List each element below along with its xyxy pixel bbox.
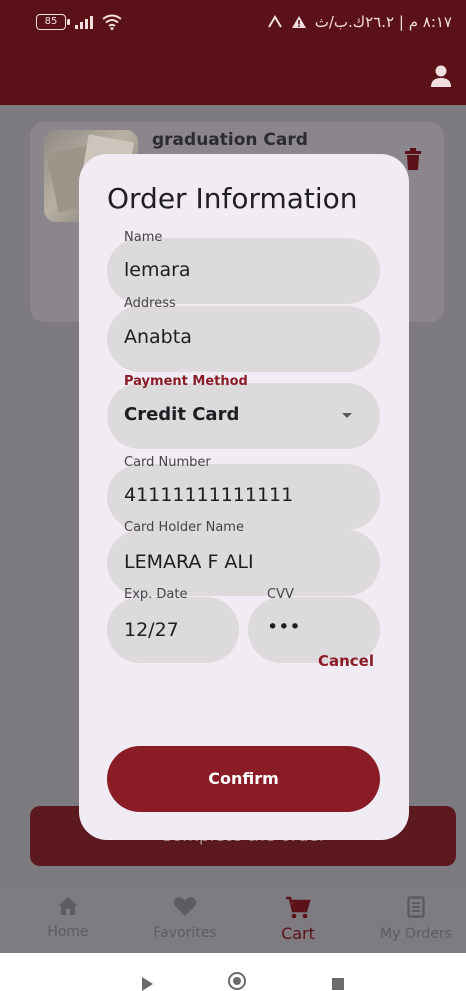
wifi-icon [102, 14, 122, 30]
card-holder-value: LEMARA F ALI [124, 551, 254, 573]
payment-method-value: Credit Card [124, 404, 240, 425]
data-saver-icon [267, 15, 282, 28]
user-icon[interactable] [430, 64, 452, 88]
nav-cart[interactable]: Cart [248, 896, 348, 943]
status-left: 85 [36, 14, 122, 30]
home-button-icon[interactable] [228, 972, 246, 990]
signal-icon [75, 16, 93, 29]
address-value: Anabta [124, 326, 192, 348]
name-value: lemara [124, 259, 191, 281]
address-label: Address [124, 296, 176, 311]
cancel-button[interactable]: Cancel [304, 652, 374, 676]
warning-icon [291, 16, 306, 28]
nav-label-my-orders: My Orders [380, 926, 452, 942]
exp-date-label: Exp. Date [124, 587, 188, 602]
nav-label-favorites: Favorites [153, 925, 217, 941]
nav-label-home: Home [47, 924, 89, 940]
dropdown-arrow-icon [342, 413, 352, 418]
cart-icon [286, 896, 311, 919]
card-number-label: Card Number [124, 455, 211, 470]
status-right: ٨:١٧ م | ٢٦.٢ك.ب/ث [267, 13, 452, 31]
recent-apps-icon[interactable] [332, 978, 344, 990]
exp-date-value: 12/27 [124, 619, 179, 641]
cvv-label: CVV [267, 587, 294, 602]
card-holder-label: Card Holder Name [124, 520, 244, 535]
payment-method-label: Payment Method [124, 374, 248, 389]
battery-icon: 85 [36, 14, 70, 30]
receipt-icon [407, 896, 425, 918]
cvv-value: ••• [267, 616, 301, 638]
status-bar: 85 ٨:١٧ م | ٢٦.٢ك.ب/ث [0, 0, 466, 50]
name-label: Name [124, 230, 163, 245]
confirm-button[interactable]: Confirm [107, 746, 380, 812]
heart-icon [173, 897, 197, 916]
status-time: ٨:١٧ م | ٢٦.٢ك.ب/ث [314, 13, 452, 31]
nav-favorites[interactable]: Favorites [135, 896, 235, 941]
trash-icon[interactable] [404, 148, 422, 170]
cart-item-title: graduation Card [152, 130, 308, 150]
card-number-value: 41111111111111 [124, 484, 294, 506]
nav-label-cart: Cart [281, 924, 315, 943]
back-icon[interactable] [142, 977, 153, 991]
nav-my-orders[interactable]: My Orders [366, 896, 466, 942]
dialog-title: Order Information [107, 182, 358, 215]
nav-home[interactable]: Home [18, 896, 118, 940]
home-icon [58, 897, 78, 915]
app-bar [0, 50, 466, 105]
